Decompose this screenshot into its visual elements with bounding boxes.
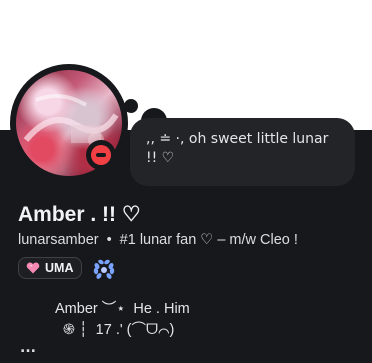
guild-tag-badge[interactable]: UMA [18,257,82,279]
custom-status-text: ,, ≐ ·, oh sweet little lunar !! ♡ [146,131,329,166]
thought-bubble-dot-small [124,99,138,113]
username[interactable]: lunarsamber [18,232,99,248]
bio-line-1: Amber ︶⋆ He . Him [55,301,190,317]
badge-label: UMA [45,261,74,275]
pink-heart-icon [26,262,40,274]
pronoun-tagline: #1 lunar fan ♡ – m/w Cleo ! [119,232,298,248]
username-row: lunarsamber • #1 lunar fan ♡ – m/w Cleo ! [18,232,298,248]
separator: • [106,232,112,248]
status-dnd-indicator [86,140,116,170]
bio-more-indicator[interactable]: ... [20,340,36,356]
laurel-wreath-icon[interactable] [92,257,116,281]
status-dnd-icon [91,145,111,165]
bio-line-2: ֍ ┆ 17 .' (⌒ᗜ⌒) [63,322,175,338]
display-name: Amber . !! ♡ [18,203,141,226]
custom-status-bubble[interactable]: ,, ≐ ·, oh sweet little lunar !! ♡ [130,118,355,186]
